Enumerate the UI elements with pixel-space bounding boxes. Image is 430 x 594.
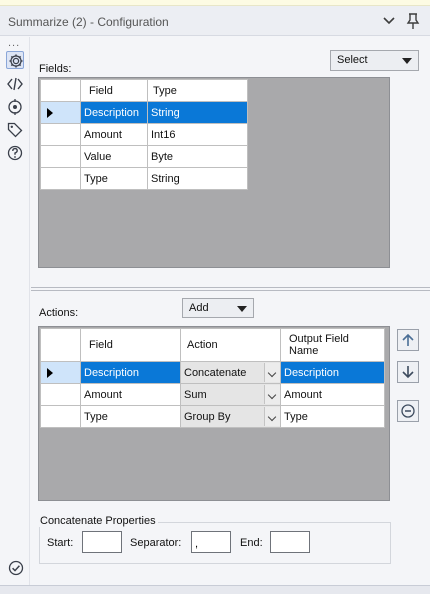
row-selector[interactable]: [40, 167, 81, 190]
field-cell[interactable]: Description: [80, 101, 148, 124]
action-select[interactable]: Group By: [180, 405, 281, 428]
chevron-down-icon[interactable]: [264, 363, 280, 382]
remove-icon: [401, 404, 415, 418]
pin-icon[interactable]: [404, 12, 422, 30]
side-toolbar: ...: [0, 37, 30, 594]
separator-input[interactable]: [191, 531, 231, 553]
select-dropdown-button[interactable]: Select: [330, 50, 419, 71]
row-selector[interactable]: [40, 123, 81, 146]
row-selector[interactable]: [40, 383, 81, 406]
fields-grid[interactable]: Field Type Description String Amount Int…: [38, 77, 390, 268]
field-cell[interactable]: Value: [80, 145, 148, 168]
window-titlebar: Summarize (2) - Configuration: [0, 6, 430, 36]
type-cell[interactable]: Int16: [147, 123, 248, 146]
action-select[interactable]: Sum: [180, 383, 281, 406]
row-header-corner: [40, 79, 81, 102]
fields-table: Field Type Description String Amount Int…: [40, 79, 248, 190]
actions-header-row: Field Action Output Field Name: [40, 328, 385, 362]
row-selector[interactable]: [40, 361, 81, 384]
check-circle-icon: [7, 559, 25, 577]
table-row[interactable]: Amount Sum Amount: [40, 383, 385, 406]
table-row[interactable]: Amount Int16: [40, 123, 248, 146]
chevron-down-icon[interactable]: [264, 407, 280, 426]
help-icon[interactable]: [6, 144, 24, 162]
table-row[interactable]: Type String: [40, 167, 248, 190]
table-row[interactable]: Description Concatenate Description: [40, 361, 385, 384]
add-button-label: Add: [189, 302, 209, 314]
actions-column-header-output[interactable]: Output Field Name: [280, 328, 385, 362]
field-cell[interactable]: Amount: [80, 123, 148, 146]
chevron-down-icon[interactable]: [380, 12, 398, 30]
chevron-down-icon[interactable]: [264, 385, 280, 404]
row-pointer-icon: [47, 108, 53, 118]
table-row[interactable]: Description String: [40, 101, 248, 124]
row-header-corner: [40, 328, 81, 362]
tag-icon[interactable]: [6, 121, 24, 139]
gear-icon[interactable]: [6, 51, 24, 69]
splitter-line: [31, 290, 430, 291]
remove-button[interactable]: [397, 400, 419, 422]
move-down-button[interactable]: [397, 361, 419, 383]
table-row[interactable]: Type Group By Type: [40, 405, 385, 428]
row-selector[interactable]: [40, 405, 81, 428]
move-up-icon: [402, 333, 414, 346]
chevron-down-icon: [402, 58, 412, 64]
field-cell[interactable]: Description: [80, 361, 181, 384]
action-value: Concatenate: [184, 366, 247, 379]
actions-label: Actions:: [39, 307, 79, 319]
type-cell[interactable]: Byte: [147, 145, 248, 168]
target-icon[interactable]: [6, 98, 24, 116]
start-input[interactable]: [82, 531, 122, 553]
output-cell[interactable]: Type: [280, 405, 385, 428]
action-value: Group By: [184, 410, 231, 423]
configuration-panel: Fields: Select Field Type Description St…: [31, 37, 430, 594]
panel-splitter[interactable]: [31, 284, 430, 294]
actions-grid[interactable]: Field Action Output Field Name Descripti…: [38, 326, 390, 501]
move-down-icon: [402, 366, 414, 379]
fields-column-header-type[interactable]: Type: [147, 79, 248, 102]
bottom-strip: [0, 585, 430, 594]
start-label: Start:: [47, 537, 74, 549]
select-button-label: Select: [337, 54, 368, 66]
fields-header-row: Field Type: [40, 79, 248, 102]
add-dropdown-button[interactable]: Add: [182, 298, 254, 318]
window-title: Summarize (2) - Configuration: [8, 15, 169, 29]
code-icon[interactable]: [6, 75, 24, 93]
row-selector[interactable]: [40, 145, 81, 168]
end-label: End:: [240, 537, 263, 549]
actions-column-header-action[interactable]: Action: [180, 328, 281, 362]
actions-column-header-field[interactable]: Field: [80, 328, 181, 362]
field-cell[interactable]: Amount: [80, 383, 181, 406]
type-cell[interactable]: String: [147, 101, 248, 124]
chevron-down-icon: [237, 306, 247, 312]
type-cell[interactable]: String: [147, 167, 248, 190]
overflow-dots[interactable]: ...: [8, 37, 20, 49]
field-cell[interactable]: Type: [80, 167, 148, 190]
row-pointer-icon: [47, 368, 53, 378]
output-cell[interactable]: Amount: [280, 383, 385, 406]
splitter-line: [31, 287, 430, 288]
row-selector[interactable]: [40, 101, 81, 124]
output-cell[interactable]: Description: [280, 361, 385, 384]
concatenate-properties-title: Concatenate Properties: [38, 515, 158, 527]
separator-label: Separator:: [130, 537, 182, 549]
field-cell[interactable]: Type: [80, 405, 181, 428]
actions-table: Field Action Output Field Name Descripti…: [40, 328, 385, 428]
fields-label: Fields:: [39, 63, 72, 75]
table-row[interactable]: Value Byte: [40, 145, 248, 168]
action-value: Sum: [184, 388, 207, 401]
fields-column-header-field[interactable]: Field: [80, 79, 148, 102]
end-input[interactable]: [270, 531, 310, 553]
action-select[interactable]: Concatenate: [180, 361, 281, 384]
move-up-button[interactable]: [397, 329, 419, 351]
